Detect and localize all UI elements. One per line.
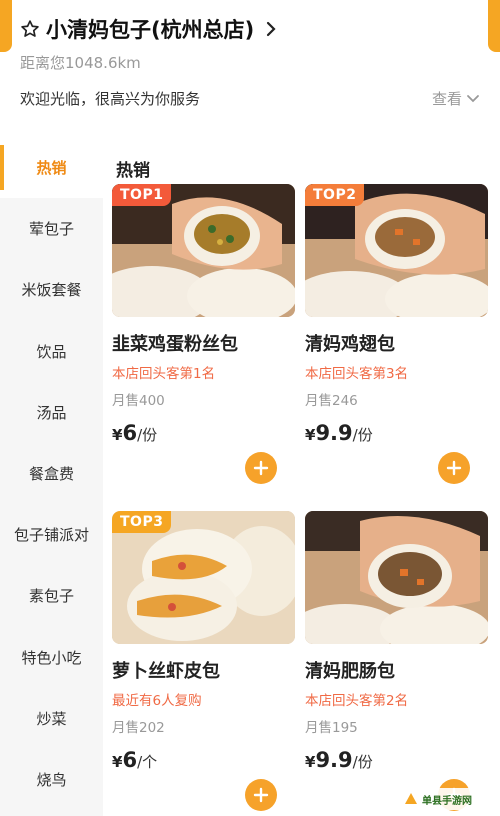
price-row: ¥ 9.9 /份 <box>305 748 488 776</box>
product-name: 清妈鸡翅包 <box>305 334 395 355</box>
product-rank-tag: 本店回头客第3名 <box>305 366 409 382</box>
top-rank-badge: TOP3 <box>112 511 172 533</box>
price-unit: /份 <box>352 426 373 444</box>
price-currency: ¥ <box>305 426 316 444</box>
plus-icon <box>446 460 462 476</box>
sidebar-item-label: 餐盒费 <box>28 465 74 484</box>
price-amount: 6 <box>122 421 138 445</box>
product-rank-tag: 最近有6人复购 <box>112 693 202 709</box>
store-name: 小清妈包子(杭州总店) <box>46 18 255 42</box>
sidebar-item-label: 素包子 <box>28 587 74 606</box>
sidebar-item-veg-buns[interactable]: 素包子 <box>0 565 103 626</box>
price-currency: ¥ <box>112 426 123 444</box>
product-card[interactable]: TOP2 清妈鸡翅包 本店回头客第3名 月售246 ¥ 9.9 /份 <box>305 184 488 484</box>
sidebar-item-soups[interactable]: 汤品 <box>0 382 103 443</box>
product-name: 萝卜丝虾皮包 <box>112 661 220 682</box>
top-rank-badge: TOP1 <box>112 184 172 206</box>
site-watermark: 单县手游网 <box>400 788 496 810</box>
view-more-button[interactable]: 查看 <box>432 88 480 109</box>
sidebar-item-party[interactable]: 包子铺派对 <box>0 504 103 565</box>
sidebar-item-meat-buns[interactable]: 荤包子 <box>0 198 103 259</box>
sidebar-item-label: 特色小吃 <box>21 648 82 667</box>
section-title: 热销 <box>116 161 150 181</box>
sidebar-item-label: 饮品 <box>36 342 67 361</box>
monthly-sales: 月售400 <box>112 393 165 409</box>
chevron-down-icon <box>467 94 479 102</box>
store-distance: 距离您1048.6km <box>20 54 141 72</box>
price-unit: /份 <box>352 753 373 771</box>
product-rank-tag: 本店回头客第2名 <box>305 693 409 709</box>
product-card[interactable]: 清妈肥肠包 本店回头客第2名 月售195 ¥ 9.9 /份 <box>305 511 488 811</box>
monthly-sales: 月售202 <box>112 720 165 736</box>
sidebar-item-box-fee[interactable]: 餐盒费 <box>0 443 103 504</box>
sidebar-item-label: 荤包子 <box>28 220 74 239</box>
top-rank-badge: TOP2 <box>305 184 365 206</box>
sidebar-item-label: 热销 <box>36 159 67 178</box>
product-name: 清妈肥肠包 <box>305 661 395 682</box>
price-amount: 9.9 <box>315 748 353 772</box>
category-sidebar: 热销 荤包子 米饭套餐 饮品 汤品 餐盒费 包子铺派对 素包子 特色小吃 炒菜 … <box>0 137 103 816</box>
sidebar-item-snacks[interactable]: 特色小吃 <box>0 627 103 688</box>
star-outline-icon[interactable] <box>20 19 40 39</box>
plus-icon <box>253 460 269 476</box>
chevron-right-icon <box>267 21 276 37</box>
sidebar-item-hot[interactable]: 热销 <box>0 137 103 199</box>
sidebar-item-label: 炒菜 <box>36 709 67 728</box>
sidebar-item-label: 烧鸟 <box>36 770 67 789</box>
watermark-text: 单县手游网 <box>422 795 472 807</box>
product-photo[interactable] <box>305 511 488 644</box>
add-to-cart-button[interactable] <box>438 452 470 484</box>
product-card[interactable]: TOP3 萝卜丝虾皮包 最近有6人复购 月售202 ¥ 6 /个 <box>112 511 295 811</box>
price-currency: ¥ <box>305 753 316 771</box>
price-row: ¥ 6 /个 <box>112 748 295 776</box>
sidebar-item-yakitori[interactable]: 烧鸟 <box>0 749 103 810</box>
price-unit: /份 <box>137 426 158 444</box>
watermark-logo-icon <box>405 793 417 804</box>
product-photo[interactable]: TOP1 <box>112 184 295 317</box>
price-unit: /个 <box>137 753 158 771</box>
store-title-link[interactable]: 小清妈包子(杭州总店) <box>20 14 278 44</box>
monthly-sales: 月售246 <box>305 393 358 409</box>
welcome-message: 欢迎光临，很高兴为你服务 <box>20 90 201 108</box>
bun-photo-image <box>305 511 488 644</box>
add-to-cart-button[interactable] <box>245 779 277 811</box>
product-rank-tag: 本店回头客第1名 <box>112 366 216 382</box>
sidebar-item-label: 米饭套餐 <box>21 281 82 300</box>
product-name: 韭菜鸡蛋粉丝包 <box>112 334 238 355</box>
add-to-cart-button[interactable] <box>245 452 277 484</box>
price-amount: 9.9 <box>315 421 353 445</box>
monthly-sales: 月售195 <box>305 720 358 736</box>
sidebar-item-label: 包子铺派对 <box>13 526 89 545</box>
product-photo[interactable]: TOP3 <box>112 511 295 644</box>
product-card[interactable]: TOP1 韭菜鸡蛋粉丝包 本店回头客第1名 月售400 ¥ 6 /份 <box>112 184 295 484</box>
price-amount: 6 <box>122 748 138 772</box>
store-header: 小清妈包子(杭州总店) 距离您1048.6km 欢迎光临，很高兴为你服务 查看 <box>0 0 500 122</box>
sidebar-item-stir-fry[interactable]: 炒菜 <box>0 688 103 749</box>
sidebar-item-rice-sets[interactable]: 米饭套餐 <box>0 259 103 320</box>
sidebar-item-drinks[interactable]: 饮品 <box>0 321 103 382</box>
price-row: ¥ 6 /份 <box>112 421 295 449</box>
product-photo[interactable]: TOP2 <box>305 184 488 317</box>
view-more-label: 查看 <box>431 90 462 108</box>
price-currency: ¥ <box>112 753 123 771</box>
sidebar-item-label: 汤品 <box>36 403 67 422</box>
plus-icon <box>253 787 269 803</box>
price-row: ¥ 9.9 /份 <box>305 421 488 449</box>
